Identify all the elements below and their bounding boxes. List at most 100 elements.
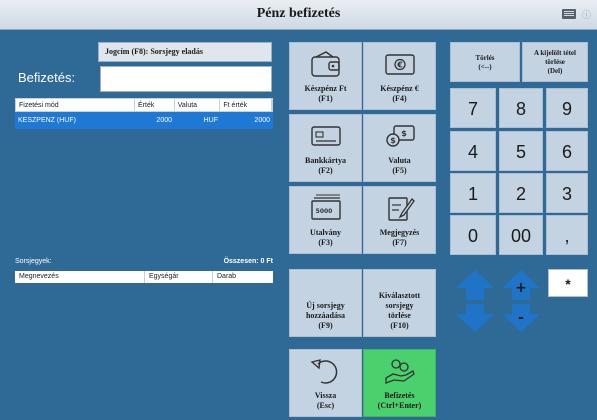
- table-row[interactable]: KÉSZPÉNZ (HUF) 2000 HUF 2000: [15, 112, 273, 129]
- key-comma[interactable]: ,: [546, 215, 588, 255]
- back-button[interactable]: Vissza (Esc): [289, 349, 362, 417]
- jogcim-field[interactable]: Jogcím (F8): Sorsjegy eladás: [98, 42, 272, 62]
- payments-table: Fizetési mód Érték Valuta Ft érték KÉSZP…: [15, 98, 273, 129]
- delete-selected-label-1: A kijelölt tétel: [534, 49, 576, 57]
- tickets-label: Sorsjegyek:: [15, 258, 52, 265]
- row-ft-value: 2000: [254, 117, 270, 124]
- key-7[interactable]: 7: [450, 88, 496, 128]
- pay-label: Befizetés: [384, 391, 415, 400]
- credit-card-icon: [310, 126, 341, 146]
- money-exchange-icon: $ $: [385, 125, 415, 147]
- torles-key: (<--): [478, 63, 492, 71]
- hand-money-icon: [384, 359, 415, 384]
- tickets-table: Megnevezés Egységár Darab: [15, 271, 273, 283]
- tickets-title: Sorsjegyek: Összesen: 0 Ft: [15, 258, 273, 265]
- key-8[interactable]: 8: [499, 88, 543, 128]
- currency-button[interactable]: $ $ Valuta (F5): [363, 114, 436, 182]
- svg-text:$: $: [390, 136, 396, 145]
- new-ticket-button[interactable]: Új sorsjegy hozzáadása (F9): [289, 269, 362, 337]
- svg-text:€: €: [396, 61, 403, 70]
- delete-selected-key: (Del): [547, 67, 563, 75]
- quantity-arrows: + -: [502, 270, 540, 332]
- wallet-icon: [310, 51, 340, 77]
- note-label: Megjegyzés: [379, 228, 420, 237]
- title-bar: Pénz befizetés ⓘ: [0, 0, 597, 30]
- delete-selected-button[interactable]: A kijelölt tétel törlése (Del): [522, 42, 588, 82]
- befizetes-input[interactable]: [100, 66, 272, 92]
- delete-ticket-label-3: törlése: [388, 311, 411, 320]
- key-2[interactable]: 2: [499, 173, 543, 213]
- row-value: 2000: [156, 117, 172, 124]
- currency-key: (F5): [392, 166, 407, 175]
- plus-label: +: [515, 280, 527, 296]
- down-arrow-icon[interactable]: [456, 304, 494, 332]
- svg-text:$: $: [401, 129, 407, 138]
- keyboard-icon[interactable]: [562, 9, 576, 19]
- pay-key: (Ctrl+Enter): [377, 401, 422, 410]
- undo-arrow-icon: [310, 359, 337, 384]
- delete-ticket-button[interactable]: Kiválasztott sorsjegy törlése (F10): [363, 269, 436, 337]
- voucher-icon: 5000: [310, 194, 341, 220]
- row-currency: HUF: [203, 117, 218, 124]
- delete-ticket-key: (F10): [390, 321, 409, 330]
- star-button[interactable]: *: [548, 269, 588, 297]
- cash-ft-key: (F1): [318, 94, 333, 103]
- scroll-arrows: [456, 270, 494, 332]
- cash-ft-button[interactable]: Készpénz Ft (F1): [289, 42, 362, 110]
- voucher-key: (F3): [318, 238, 333, 247]
- col-ertek[interactable]: Érték: [135, 99, 175, 111]
- payments-list-area[interactable]: [15, 131, 273, 251]
- up-arrow-icon[interactable]: [456, 270, 494, 300]
- plus-arrow-icon[interactable]: +: [502, 270, 540, 300]
- svg-text:5000: 5000: [315, 208, 332, 215]
- col-valuta[interactable]: Valuta: [175, 99, 221, 111]
- new-ticket-label-1: Új sorsjegy: [306, 301, 345, 310]
- note-button[interactable]: Megjegyzés (F7): [363, 186, 436, 254]
- cash-eur-button[interactable]: € Készpénz € (F4): [363, 42, 436, 110]
- cash-eur-key: (F4): [392, 94, 407, 103]
- info-icon[interactable]: ⓘ: [582, 8, 591, 20]
- col-egysegar[interactable]: Egységár: [145, 271, 213, 283]
- payments-header: Fizetési mód Érték Valuta Ft érték: [15, 98, 273, 112]
- key-1[interactable]: 1: [450, 173, 496, 213]
- delete-ticket-label-2: sorsjegy: [385, 301, 414, 310]
- col-darab[interactable]: Darab: [213, 271, 273, 283]
- note-key: (F7): [392, 238, 407, 247]
- col-megnevezes[interactable]: Megnevezés: [15, 271, 145, 283]
- delete-ticket-label-1: Kiválasztott: [378, 291, 421, 300]
- key-9[interactable]: 9: [546, 88, 588, 128]
- new-ticket-key: (F9): [318, 321, 333, 330]
- card-button[interactable]: Bankkártya (F2): [289, 114, 362, 182]
- key-3[interactable]: 3: [546, 173, 588, 213]
- euro-banknote-icon: €: [384, 54, 415, 75]
- edit-note-icon: [387, 197, 415, 221]
- row-mode: KÉSZPÉNZ (HUF): [18, 117, 76, 124]
- col-ft-ertek[interactable]: Ft érték: [220, 99, 272, 111]
- col-fizetesi-mod[interactable]: Fizetési mód: [16, 99, 136, 111]
- cash-ft-label: Készpénz Ft: [304, 84, 347, 93]
- minus-label: -: [518, 310, 524, 326]
- tickets-header: Megnevezés Egységár Darab: [15, 271, 273, 283]
- key-4[interactable]: 4: [450, 131, 496, 171]
- key-6[interactable]: 6: [546, 131, 588, 171]
- befizetes-label: Befizetés:: [18, 70, 76, 85]
- key-00[interactable]: 00: [499, 215, 543, 255]
- key-0[interactable]: 0: [450, 215, 496, 255]
- tickets-total: Összesen: 0 Ft: [223, 258, 273, 265]
- torles-label: Törlés: [475, 54, 495, 62]
- voucher-button[interactable]: 5000 Utalvány (F3): [289, 186, 362, 254]
- currency-label: Valuta: [388, 156, 411, 165]
- back-key: (Esc): [316, 401, 335, 410]
- key-5[interactable]: 5: [499, 131, 543, 171]
- window-title: Pénz befizetés: [256, 6, 341, 21]
- back-label: Vissza: [314, 391, 337, 400]
- torles-button[interactable]: Törlés (<--): [450, 42, 520, 82]
- minus-arrow-icon[interactable]: -: [502, 304, 540, 332]
- pay-button[interactable]: Befizetés (Ctrl+Enter): [363, 349, 436, 417]
- new-ticket-label-2: hozzáadása: [305, 311, 346, 320]
- card-label: Bankkártya: [305, 156, 346, 165]
- delete-selected-label-2: törlése: [545, 58, 565, 66]
- card-key: (F2): [318, 166, 333, 175]
- cash-eur-label: Készpénz €: [380, 84, 419, 93]
- voucher-label: Utalvány: [309, 228, 342, 237]
